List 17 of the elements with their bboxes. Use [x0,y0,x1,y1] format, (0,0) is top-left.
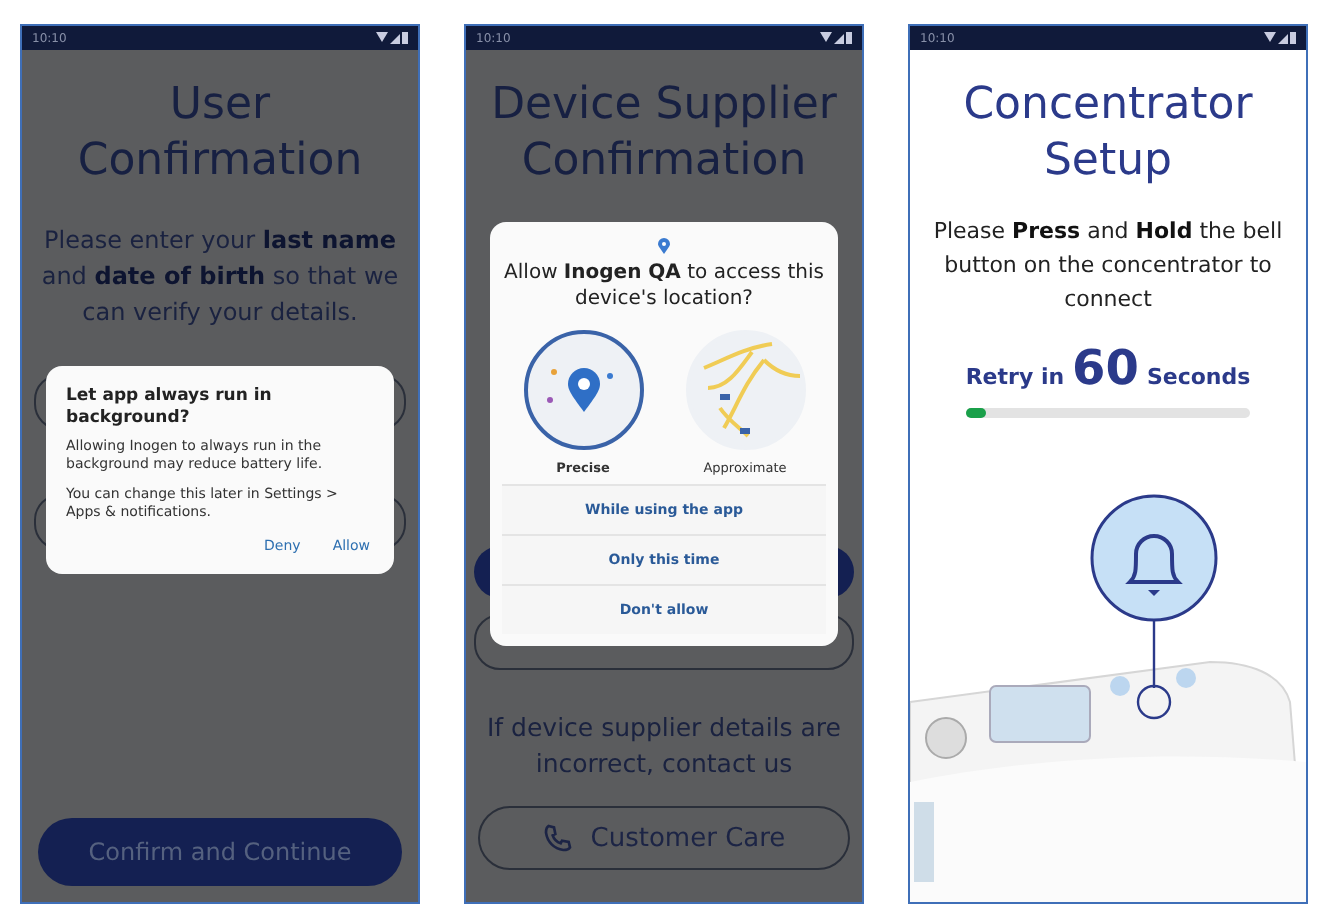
retry-unit: Seconds [1146,364,1251,390]
dialog-title: Allow Inogen QA to access this device's location? [502,260,826,312]
screen-title: User Confirmation [75,78,365,190]
dialog-title: Let app always run in background? [66,386,274,431]
screen-title: Concentrator Setup [961,78,1255,190]
precise-map-drawing[interactable] [521,328,645,452]
status-icons [820,32,852,44]
screen-title: Device Supplier Confirmation [489,78,839,190]
retry-label: Retry in [965,364,1065,390]
countdown-number: 60 [1072,340,1139,396]
instruction-text: Please enter your last name and date of birth so that we can verify your details. [39,224,401,330]
location-pin-icon [658,238,670,254]
status-icons [376,32,408,44]
contact-text: If device supplier details are incorrect, contact us [485,710,843,782]
status-icons [1264,32,1296,44]
instruction-text: Please Press and Hold the bell button on the concentrator to connect [931,216,1285,316]
phone-icon [542,822,575,854]
